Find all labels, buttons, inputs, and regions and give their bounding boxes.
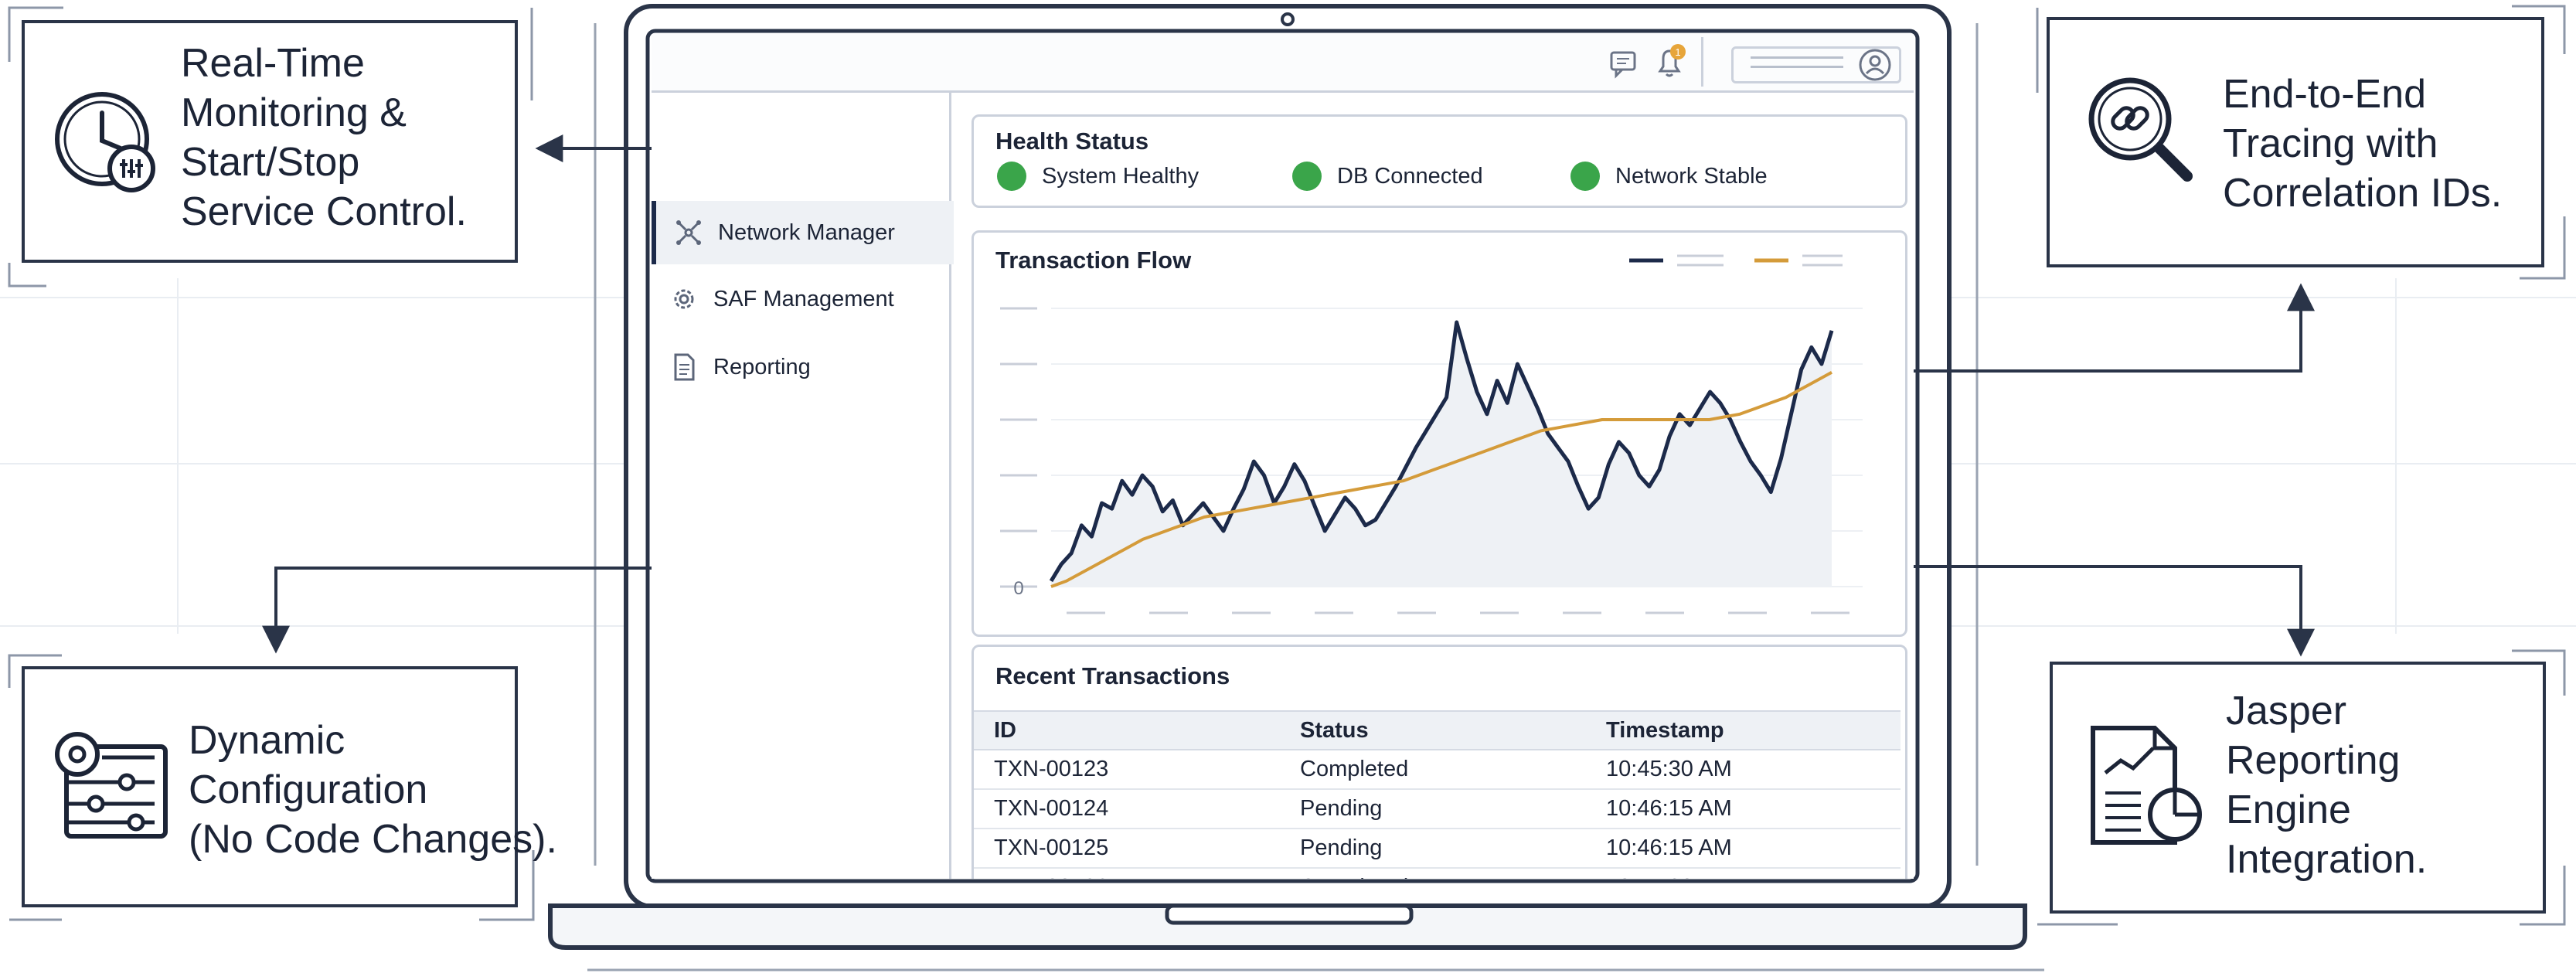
top-bar: 1	[652, 34, 1914, 93]
user-avatar-icon[interactable]	[1857, 47, 1893, 83]
sidebar-item-reporting[interactable]: Reporting	[652, 335, 949, 399]
table-header-row: ID Status Timestamp	[974, 710, 1901, 750]
status-label: System Healthy	[1042, 163, 1200, 189]
y-tick-label: 0	[1013, 578, 1023, 599]
column-header-timestamp[interactable]: Timestamp	[1586, 710, 1901, 750]
sidebar-item-network-manager[interactable]: Network Manager	[652, 201, 954, 264]
table-row[interactable]: TXN-00123 Completed 10:45:30 AM	[974, 750, 1901, 790]
feature-reporting-text: Jasper Reporting Engine Integration.	[2226, 689, 2428, 882]
menu-line	[1751, 56, 1843, 59]
cell-status: Completed	[1280, 750, 1586, 790]
transaction-flow-panel: Transaction Flow 0	[972, 230, 1907, 637]
feature-configuration-text: Dynamic Configuration (No Code Changes).	[189, 718, 557, 862]
table-row[interactable]: TXN-00124 Pending 10:46:15 AM	[974, 789, 1901, 829]
clock-icon	[55, 92, 155, 192]
health-status-panel: Health Status System Healthy DB Connecte…	[972, 114, 1907, 208]
feature-monitoring-text: Real-Time Monitoring & Start/Stop Servic…	[181, 41, 467, 234]
chat-icon[interactable]	[1602, 42, 1644, 83]
document-icon	[674, 353, 695, 381]
transaction-flow-chart: 0	[1000, 254, 1863, 614]
status-label: DB Connected	[1337, 163, 1483, 189]
cell-id: TXN-00126	[974, 868, 1280, 879]
cell-timestamp: 10:45:30 AM	[1586, 750, 1901, 790]
cell-id: TXN-00124	[974, 789, 1280, 829]
series-area	[1051, 322, 1832, 587]
sidebar-item-label: Reporting	[713, 354, 811, 379]
topbar-divider	[1701, 37, 1703, 87]
sidebar: Network Manager SAF Management Reporting	[652, 93, 954, 879]
cell-id: TXN-00125	[974, 829, 1280, 869]
table-row[interactable]: TXN-00126 Completed 10:45:30 AM	[974, 868, 1901, 879]
magnifier-link-icon	[2088, 77, 2193, 182]
report-chart-icon	[2091, 726, 2202, 845]
menu-line	[1751, 66, 1843, 68]
status-network: Network Stable	[1570, 162, 1768, 191]
status-db: DB Connected	[1292, 162, 1483, 191]
table-row[interactable]: TXN-00125 Pending 10:46:15 AM	[974, 829, 1901, 869]
user-menu[interactable]	[1731, 46, 1901, 83]
health-status-title: Health Status	[995, 128, 1149, 155]
status-system: System Healthy	[997, 162, 1199, 191]
sidebar-item-label: SAF Management	[713, 286, 894, 311]
sidebar-item-saf-management[interactable]: SAF Management	[652, 267, 949, 331]
transactions-table: ID Status Timestamp TXN-00123 Completed …	[974, 710, 1901, 879]
cell-id: TXN-00123	[974, 750, 1280, 790]
recent-transactions-panel: Recent Transactions ID Status Timestamp …	[972, 645, 1907, 879]
status-dot	[1292, 162, 1322, 191]
notification-badge: 1	[1675, 46, 1680, 58]
column-header-status[interactable]: Status	[1280, 710, 1586, 750]
dashboard-screen: 1 Network Manager SAF Management Reporti…	[652, 34, 1914, 879]
cell-timestamp: 10:46:15 AM	[1586, 829, 1901, 869]
cell-status: Completed	[1280, 868, 1586, 879]
config-sliders-icon	[55, 732, 168, 839]
cell-status: Pending	[1280, 829, 1586, 869]
network-icon	[676, 220, 701, 245]
feature-tracing-text: End-to-End Tracing with Correlation IDs.	[2223, 72, 2503, 216]
cell-status: Pending	[1280, 789, 1586, 829]
transactions-title: Recent Transactions	[995, 662, 1230, 689]
sidebar-item-label: Network Manager	[718, 219, 895, 245]
column-header-id[interactable]: ID	[974, 710, 1280, 750]
cell-timestamp: 10:46:15 AM	[1586, 789, 1901, 829]
gear-icon	[674, 289, 694, 309]
status-dot	[1570, 162, 1600, 191]
bell-icon[interactable]: 1	[1649, 42, 1690, 83]
status-label: Network Stable	[1615, 163, 1768, 189]
cell-timestamp: 10:45:30 AM	[1586, 868, 1901, 879]
status-dot	[997, 162, 1026, 191]
